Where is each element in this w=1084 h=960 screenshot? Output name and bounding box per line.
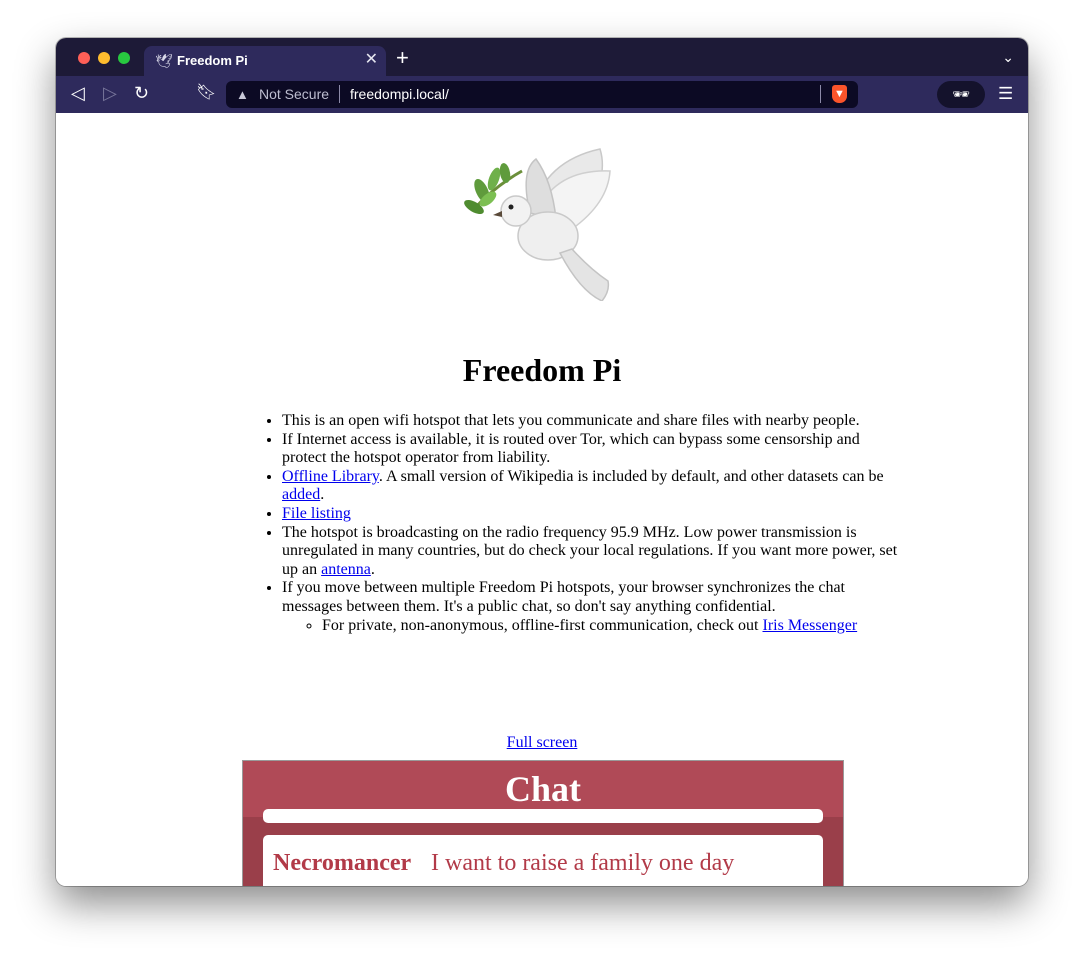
sub-list: For private, non-anonymous, offline-firs… <box>282 617 902 636</box>
list-item-text: If you move between multiple Freedom Pi … <box>282 579 845 615</box>
list-item: Offline Library. A small version of Wiki… <box>282 468 902 505</box>
new-tab-button[interactable]: + <box>396 47 409 69</box>
list-item: The hotspot is broadcasting on the radio… <box>282 524 902 580</box>
list-item-text: . <box>370 560 375 578</box>
browser-window: 🕊 Freedom Pi ✕ + ⌄ ◁ ▷ ↻ 🔖︎ ▲ Not Secure… <box>56 38 1028 886</box>
address-bar[interactable]: ▲ Not Secure freedompi.local/ ▼ <box>226 81 858 108</box>
chat-username: Necromancer <box>273 850 412 876</box>
info-list: This is an open wifi hotspot that lets y… <box>242 412 902 635</box>
tab-freedom-pi[interactable]: 🕊 Freedom Pi ✕ <box>144 46 386 76</box>
list-item-text: If Internet access is available, it is r… <box>282 430 860 467</box>
list-item: If Internet access is available, it is r… <box>282 431 902 468</box>
added-link[interactable]: added <box>282 486 320 503</box>
zoom-window-button[interactable] <box>118 52 130 64</box>
full-screen-link[interactable]: Full screen <box>507 734 578 751</box>
chevron-down-icon[interactable]: ⌄ <box>1002 50 1014 64</box>
divider <box>339 85 340 103</box>
tab-strip: 🕊 Freedom Pi ✕ + ⌄ <box>56 38 1028 76</box>
reload-button[interactable]: ↻ <box>134 83 149 103</box>
chat-iframe[interactable]: Chat Necromancer I want to raise a famil… <box>242 760 844 886</box>
back-button[interactable]: ◁ <box>71 83 85 103</box>
bookmark-icon[interactable]: 🔖︎ <box>196 83 216 103</box>
list-item-text: This is an open wifi hotspot that lets y… <box>282 412 860 429</box>
antenna-link[interactable]: antenna <box>321 561 371 578</box>
security-indicator[interactable]: Not Secure <box>259 86 329 103</box>
list-item: If you move between multiple Freedom Pi … <box>282 579 902 635</box>
page-title: Freedom Pi <box>462 352 622 388</box>
list-item: This is an open wifi hotspot that lets y… <box>282 412 902 431</box>
menu-icon[interactable]: ☰ <box>998 84 1013 104</box>
dove-icon: 🕊 <box>155 53 173 69</box>
chat-message-text: I want to raise a family one day <box>431 850 735 876</box>
warning-icon[interactable]: ▲ <box>236 86 249 103</box>
dove-logo-icon <box>464 148 611 301</box>
page-content: Freedom Pi This is an open wifi hotspot … <box>56 113 1028 886</box>
private-window-icon[interactable]: 🕶 <box>937 81 985 108</box>
list-item-text: . A small version of Wikipedia is includ… <box>378 467 884 485</box>
iris-messenger-link[interactable]: Iris Messenger <box>763 617 858 634</box>
divider <box>820 85 821 103</box>
fullscreen-row: Full screen <box>56 734 1028 752</box>
chat-message-card <box>263 809 823 823</box>
url-text[interactable]: freedompi.local/ <box>350 86 449 103</box>
brave-shields-icon[interactable]: ▼ <box>832 85 847 103</box>
browser-toolbar: ◁ ▷ ↻ 🔖︎ ▲ Not Secure freedompi.local/ ▼… <box>56 76 1028 113</box>
list-item: File listing <box>282 505 902 524</box>
offline-library-link[interactable]: Offline Library <box>282 468 379 485</box>
sub-list-item: For private, non-anonymous, offline-firs… <box>322 617 902 636</box>
close-tab-icon[interactable]: ✕ <box>365 51 378 69</box>
list-item-text: . <box>320 486 325 504</box>
chat-message-card: Necromancer I want to raise a family one… <box>263 835 823 886</box>
forward-button[interactable]: ▷ <box>103 83 117 103</box>
tab-title: Freedom Pi <box>177 53 248 68</box>
list-item-text: For private, non-anonymous, offline-firs… <box>322 616 763 634</box>
close-window-button[interactable] <box>78 52 90 64</box>
chat-messages[interactable]: Necromancer I want to raise a family one… <box>243 809 843 886</box>
file-listing-link[interactable]: File listing <box>282 505 351 522</box>
minimize-window-button[interactable] <box>98 52 110 64</box>
